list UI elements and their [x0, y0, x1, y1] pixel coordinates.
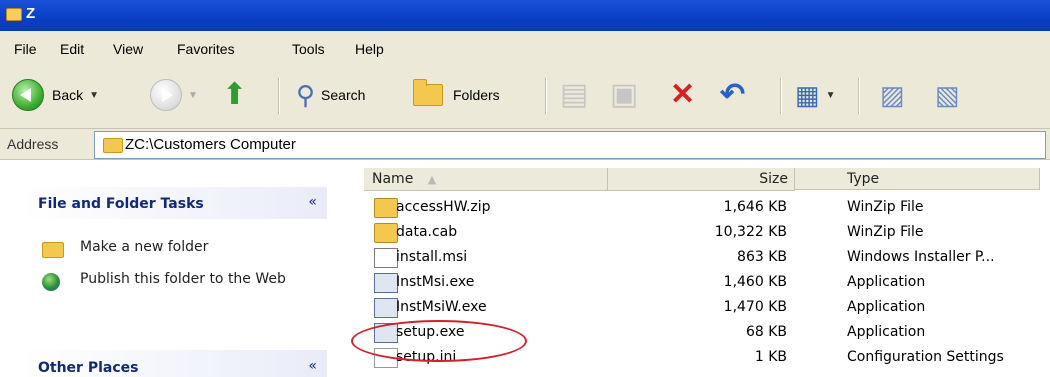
address-bar: Address ZC:\Customers Computer [0, 129, 1050, 160]
address-field[interactable]: ZC:\Customers Computer [94, 131, 1046, 159]
collapse-chevron-icon[interactable]: « [308, 358, 317, 374]
folder-icon [103, 138, 123, 153]
file-size: 68 KB [745, 324, 787, 340]
file-type: Configuration Settings [847, 349, 1004, 365]
file-type: WinZip File [847, 224, 924, 240]
disconnect-drive-button[interactable]: ▧ [935, 77, 960, 113]
file-folder-tasks-title: File and Folder Tasks [38, 196, 204, 212]
toolbar-separator [780, 78, 782, 114]
new-folder-icon [42, 239, 64, 258]
publish-folder-link[interactable]: Publish this folder to the Web [80, 270, 300, 288]
toolbar: Back ▼ ▼ ⬆ ⚲ Search Folders ▤ ▣ ✕ ↶ ▦ ▼ … [0, 66, 1050, 129]
other-places-header[interactable]: Other Places « [22, 350, 327, 377]
address-label: Address [7, 136, 59, 152]
menu-file[interactable]: File [14, 41, 37, 57]
toolbar-separator [858, 78, 860, 114]
folders-label: Folders [453, 87, 500, 103]
column-header-type[interactable]: Type [795, 168, 1040, 190]
address-value: ZC:\Customers Computer [125, 136, 296, 153]
views-icon: ▦ [795, 80, 820, 110]
cab-file-icon [374, 223, 398, 243]
msi-file-icon [374, 248, 398, 268]
column-size-label: Size [759, 171, 788, 187]
title-bar: Z [0, 0, 1050, 31]
back-label: Back [52, 87, 84, 103]
copy-to-button[interactable]: ▣ [610, 77, 638, 113]
task-pane: File and Folder Tasks « Make a new folde… [0, 160, 345, 377]
menu-bar: File Edit View Favorites Tools Help [0, 31, 1050, 67]
other-places-title: Other Places [38, 360, 139, 376]
highlight-ellipse [351, 320, 527, 362]
file-size: 1,646 KB [723, 199, 787, 215]
file-size: 1 KB [754, 349, 787, 365]
file-type: Application [847, 274, 926, 290]
chevron-down-icon: ▼ [825, 89, 836, 101]
toolbar-separator [278, 78, 280, 114]
forward-arrow-icon [150, 79, 182, 111]
file-name: accessHW.zip [396, 199, 491, 215]
sort-ascending-icon: ▲ [427, 173, 437, 186]
copy-to-icon: ▣ [610, 78, 639, 111]
window-title: Z [26, 5, 36, 22]
up-folder-icon: ⬆ [222, 78, 248, 111]
column-type-label: Type [847, 171, 880, 187]
map-drive-icon: ▨ [880, 80, 905, 110]
disconnect-drive-icon: ▧ [935, 80, 960, 110]
menu-tools[interactable]: Tools [292, 41, 325, 57]
exe-file-icon [374, 298, 398, 318]
file-type: WinZip File [847, 199, 924, 215]
toolbar-separator [545, 78, 547, 114]
file-name: InstMsiW.exe [396, 299, 487, 315]
forward-button[interactable]: ▼ [150, 77, 198, 113]
back-button[interactable]: Back ▼ [12, 77, 99, 113]
file-name: data.cab [396, 224, 458, 240]
views-button[interactable]: ▦ ▼ [795, 77, 835, 113]
folders-button[interactable]: Folders [413, 77, 500, 113]
search-label: Search [321, 87, 366, 103]
up-folder-button[interactable]: ⬆ [222, 77, 247, 113]
delete-button[interactable]: ✕ [670, 77, 695, 113]
file-type: Windows Installer P... [847, 249, 995, 265]
move-to-icon: ▤ [560, 78, 589, 111]
collapse-chevron-icon[interactable]: « [308, 194, 317, 210]
search-icon: ⚲ [296, 80, 316, 110]
folder-icon [6, 8, 22, 21]
menu-view[interactable]: View [113, 41, 143, 57]
menu-help[interactable]: Help [355, 41, 384, 57]
zip-file-icon [374, 198, 398, 218]
make-new-folder-link[interactable]: Make a new folder [80, 238, 208, 256]
file-size: 863 KB [737, 249, 787, 265]
file-size: 1,460 KB [723, 274, 787, 290]
file-type: Application [847, 299, 926, 315]
chevron-down-icon: ▼ [89, 89, 100, 101]
undo-button[interactable]: ↶ [720, 77, 745, 113]
menu-edit[interactable]: Edit [60, 41, 84, 57]
move-to-button[interactable]: ▤ [560, 77, 588, 113]
file-size: 10,322 KB [714, 224, 787, 240]
chevron-down-icon: ▼ [188, 89, 198, 101]
publish-web-icon [42, 273, 64, 291]
file-size: 1,470 KB [723, 299, 787, 315]
file-name: install.msi [396, 249, 468, 265]
search-button[interactable]: ⚲ Search [296, 77, 365, 113]
file-name: InstMsi.exe [396, 274, 475, 290]
delete-x-icon: ✕ [670, 78, 696, 111]
file-type: Application [847, 324, 926, 340]
folders-icon [413, 79, 443, 106]
menu-favorites[interactable]: Favorites [177, 41, 235, 57]
file-folder-tasks-header[interactable]: File and Folder Tasks « [22, 187, 327, 219]
column-header-name[interactable]: Name ▲ [364, 168, 608, 191]
exe-file-icon [374, 273, 398, 293]
column-name-label: Name [372, 171, 414, 187]
back-arrow-icon [12, 79, 44, 111]
undo-icon: ↶ [720, 78, 746, 111]
column-header-size[interactable]: Size [608, 168, 795, 191]
map-drive-button[interactable]: ▨ [880, 77, 905, 113]
